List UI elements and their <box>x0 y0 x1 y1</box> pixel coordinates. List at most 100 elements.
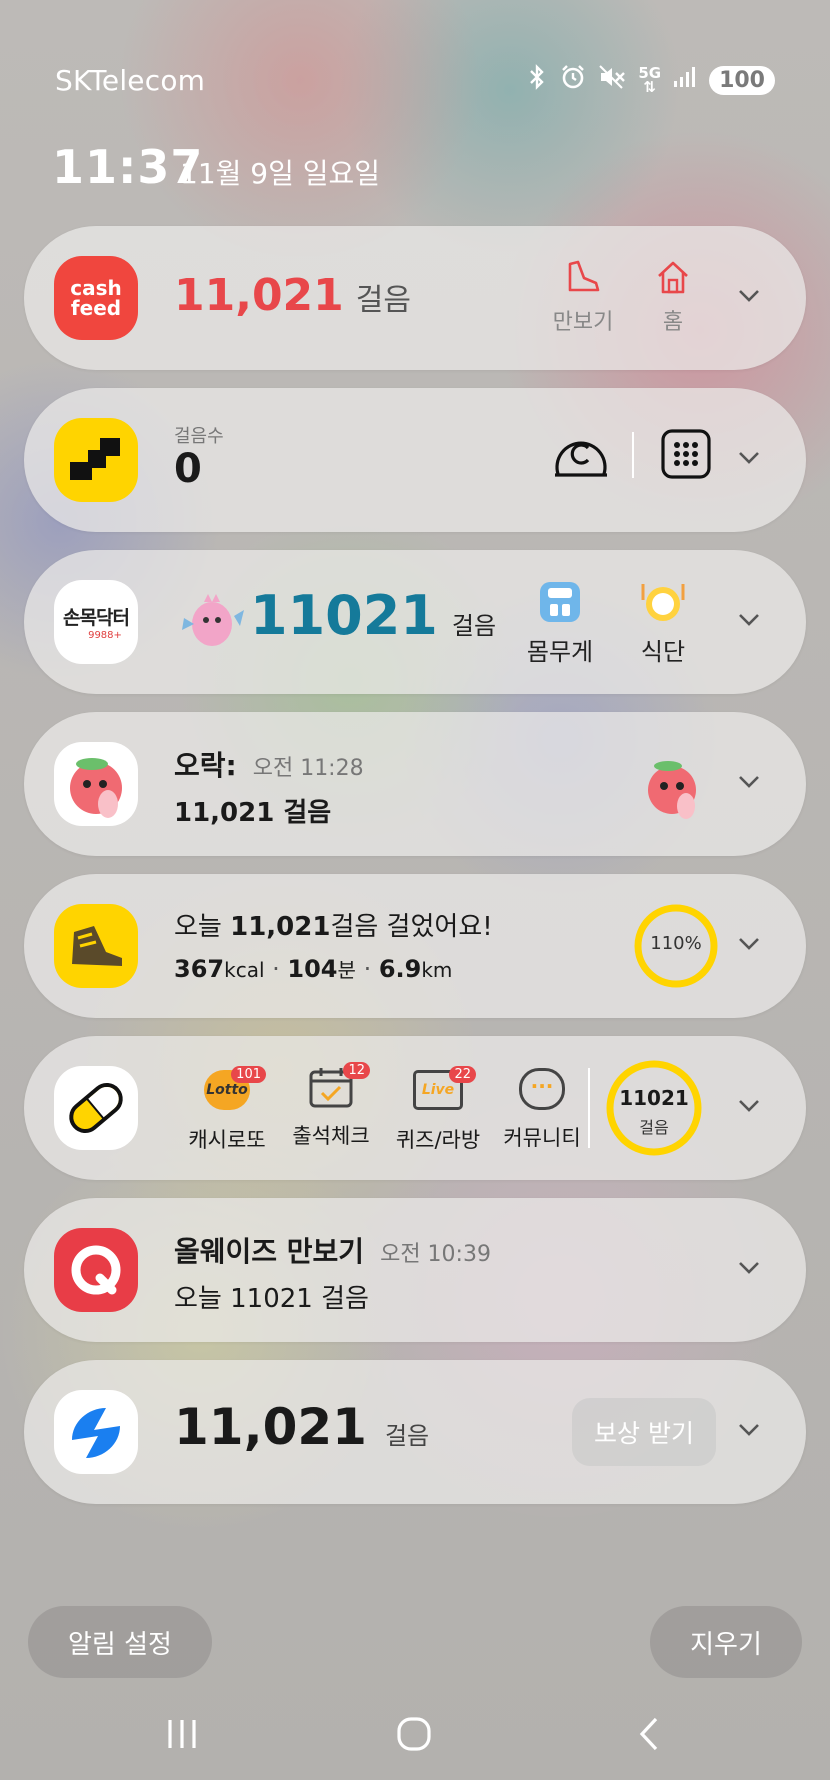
sonmok-doctor-app-icon: 손목닥터 9988+ <box>54 580 138 664</box>
gauge-button[interactable] <box>552 428 610 484</box>
scale-icon <box>540 582 580 622</box>
calendar-check-icon: 12 <box>286 1062 376 1112</box>
gauge-icon <box>555 441 607 477</box>
steps-unit: 걸음 <box>384 1422 430 1450</box>
pedometer-label: 만보기 <box>552 310 614 335</box>
steps-label: 걸음수 <box>174 426 224 447</box>
weight-label: 몸무게 <box>526 638 594 666</box>
chevron-down-icon[interactable] <box>736 1254 762 1280</box>
kcal-value: 367 <box>174 955 225 983</box>
chevron-down-icon[interactable] <box>736 1416 762 1442</box>
steps-unit: 걸음 <box>451 612 497 640</box>
attendance-label: 출석체크 <box>292 1124 370 1148</box>
walking-app-icon <box>54 904 138 988</box>
badge-count: 22 <box>449 1066 476 1083</box>
notification-orak[interactable]: 오락: 오전 11:28 11,021 걸음 <box>24 712 806 856</box>
alarm-icon <box>560 64 586 96</box>
clear-all-button[interactable]: 지우기 <box>650 1606 802 1678</box>
orak-text: 11,021 걸음 <box>174 798 332 828</box>
steps-count: 11,021 <box>174 270 344 321</box>
home-nav-icon[interactable] <box>396 1716 432 1752</box>
diet-label: 식단 <box>640 638 686 666</box>
orak-title: 오락: <box>174 749 237 782</box>
notification-alwayz[interactable]: 올웨이즈 만보기 오전 10:39 오늘 11021 걸음 <box>24 1198 806 1342</box>
chevron-down-icon[interactable] <box>736 1092 762 1118</box>
pedometer-action[interactable]: 만보기 <box>548 258 618 336</box>
mute-icon <box>598 64 626 96</box>
alwayz-text: 오늘 11021 걸음 <box>174 1284 369 1314</box>
plate-icon <box>641 584 685 621</box>
sonmok-steps: 11021 걸음 <box>250 584 496 647</box>
notification-sonmok-doctor[interactable]: 손목닥터 9988+ 11021 걸음 몸무게 식단 <box>24 550 806 694</box>
chat-bubble-icon: ··· <box>494 1068 590 1114</box>
walking-stats: 367kcal · 104분 · 6.9km <box>174 955 453 983</box>
cashfeed-steps: 11,021 걸음 <box>174 270 411 321</box>
chevron-down-icon[interactable] <box>736 282 762 308</box>
lotto-label: 캐시로또 <box>188 1128 266 1152</box>
cashfeed-app-icon: cash feed <box>54 256 138 340</box>
diet-action[interactable]: 식단 <box>628 580 698 667</box>
lotto-shortcut[interactable]: Lotto 101 캐시로또 <box>182 1066 272 1154</box>
chevron-down-icon[interactable] <box>736 768 762 794</box>
lock-date: 11월 9일 일요일 <box>180 157 381 190</box>
status-icons: 5G ⇅ 100 <box>526 64 775 96</box>
steps-count: 0 <box>174 446 202 492</box>
steps-count: 11021 <box>250 584 438 647</box>
toss-steps: 11,021 걸음 <box>174 1398 429 1456</box>
quiz-live-label: 퀴즈/라방 <box>395 1128 481 1152</box>
notification-walking-app[interactable]: 오늘 11,021걸음 걸었어요! 367kcal · 104분 · 6.9km… <box>24 874 806 1018</box>
divider <box>588 1068 590 1148</box>
notification-cashfeed[interactable]: cash feed 11,021 걸음 만보기 홈 <box>24 226 806 370</box>
badge-count: 101 <box>231 1066 266 1083</box>
notification-time: 오전 11:28 <box>252 756 364 781</box>
attendance-shortcut[interactable]: 12 출석체크 <box>286 1062 376 1150</box>
claim-reward-button[interactable]: 보상 받기 <box>572 1398 716 1466</box>
progress-ring: 110% <box>632 902 720 990</box>
alwayz-title: 올웨이즈 만보기 <box>174 1235 365 1268</box>
progress-label: 110% <box>650 933 702 954</box>
menu-button[interactable] <box>660 428 712 484</box>
divider <box>632 432 634 478</box>
steps-unit: 걸음 <box>639 1118 669 1137</box>
alwayz-app-icon <box>54 1228 138 1312</box>
notification-settings-button[interactable]: 알림 설정 <box>28 1606 212 1678</box>
shoe-icon <box>568 260 600 292</box>
toss-app-icon <box>54 1390 138 1474</box>
home-label: 홈 <box>662 310 684 335</box>
badge-count: 12 <box>343 1062 370 1079</box>
steps-unit: 걸음 <box>355 283 411 318</box>
carrier-name: SKTelecom <box>55 64 206 97</box>
recent-apps-icon[interactable] <box>164 1716 200 1752</box>
stairs-app-icon <box>54 418 138 502</box>
back-icon[interactable] <box>632 1716 668 1752</box>
network-5g-icon: 5G ⇅ <box>638 64 662 96</box>
steps-ring: 11021 걸음 <box>604 1058 704 1158</box>
mascot-icon <box>174 584 246 658</box>
battery-indicator: 100 <box>709 65 775 95</box>
community-shortcut[interactable]: ··· 커뮤니티 <box>494 1066 590 1152</box>
notification-cashwalk[interactable]: Lotto 101 캐시로또 12 출석체크 Live 22 퀴즈/라방 ···… <box>24 1036 806 1180</box>
km-value: 6.9 <box>378 955 422 983</box>
signal-icon <box>673 66 697 94</box>
weight-action[interactable]: 몸무게 <box>520 580 600 667</box>
orak-header: 오락: 오전 11:28 <box>174 744 364 784</box>
home-action[interactable]: 홈 <box>648 258 698 336</box>
home-icon <box>658 261 688 294</box>
quiz-live-shortcut[interactable]: Live 22 퀴즈/라방 <box>390 1066 486 1154</box>
grid-dots-icon <box>661 429 711 479</box>
notification-toss[interactable]: 11,021 걸음 보상 받기 <box>24 1360 806 1504</box>
chevron-down-icon[interactable] <box>736 606 762 632</box>
alwayz-header: 올웨이즈 만보기 오전 10:39 <box>174 1230 491 1270</box>
walking-summary: 오늘 11,021걸음 걸었어요! <box>174 912 493 942</box>
chevron-down-icon[interactable] <box>736 444 762 470</box>
cashwalk-app-icon <box>54 1066 138 1150</box>
orak-app-icon <box>54 742 138 826</box>
live-tv-icon: Live 22 <box>390 1066 486 1116</box>
notification-stairs-app[interactable]: 걸음수 0 <box>24 388 806 532</box>
community-label: 커뮤니티 <box>503 1126 581 1150</box>
minutes-value: 104 <box>287 955 338 983</box>
orak-mascot-image <box>636 748 712 828</box>
notification-time: 오전 10:39 <box>380 1242 491 1267</box>
chevron-down-icon[interactable] <box>736 930 762 956</box>
bluetooth-icon <box>526 64 548 96</box>
